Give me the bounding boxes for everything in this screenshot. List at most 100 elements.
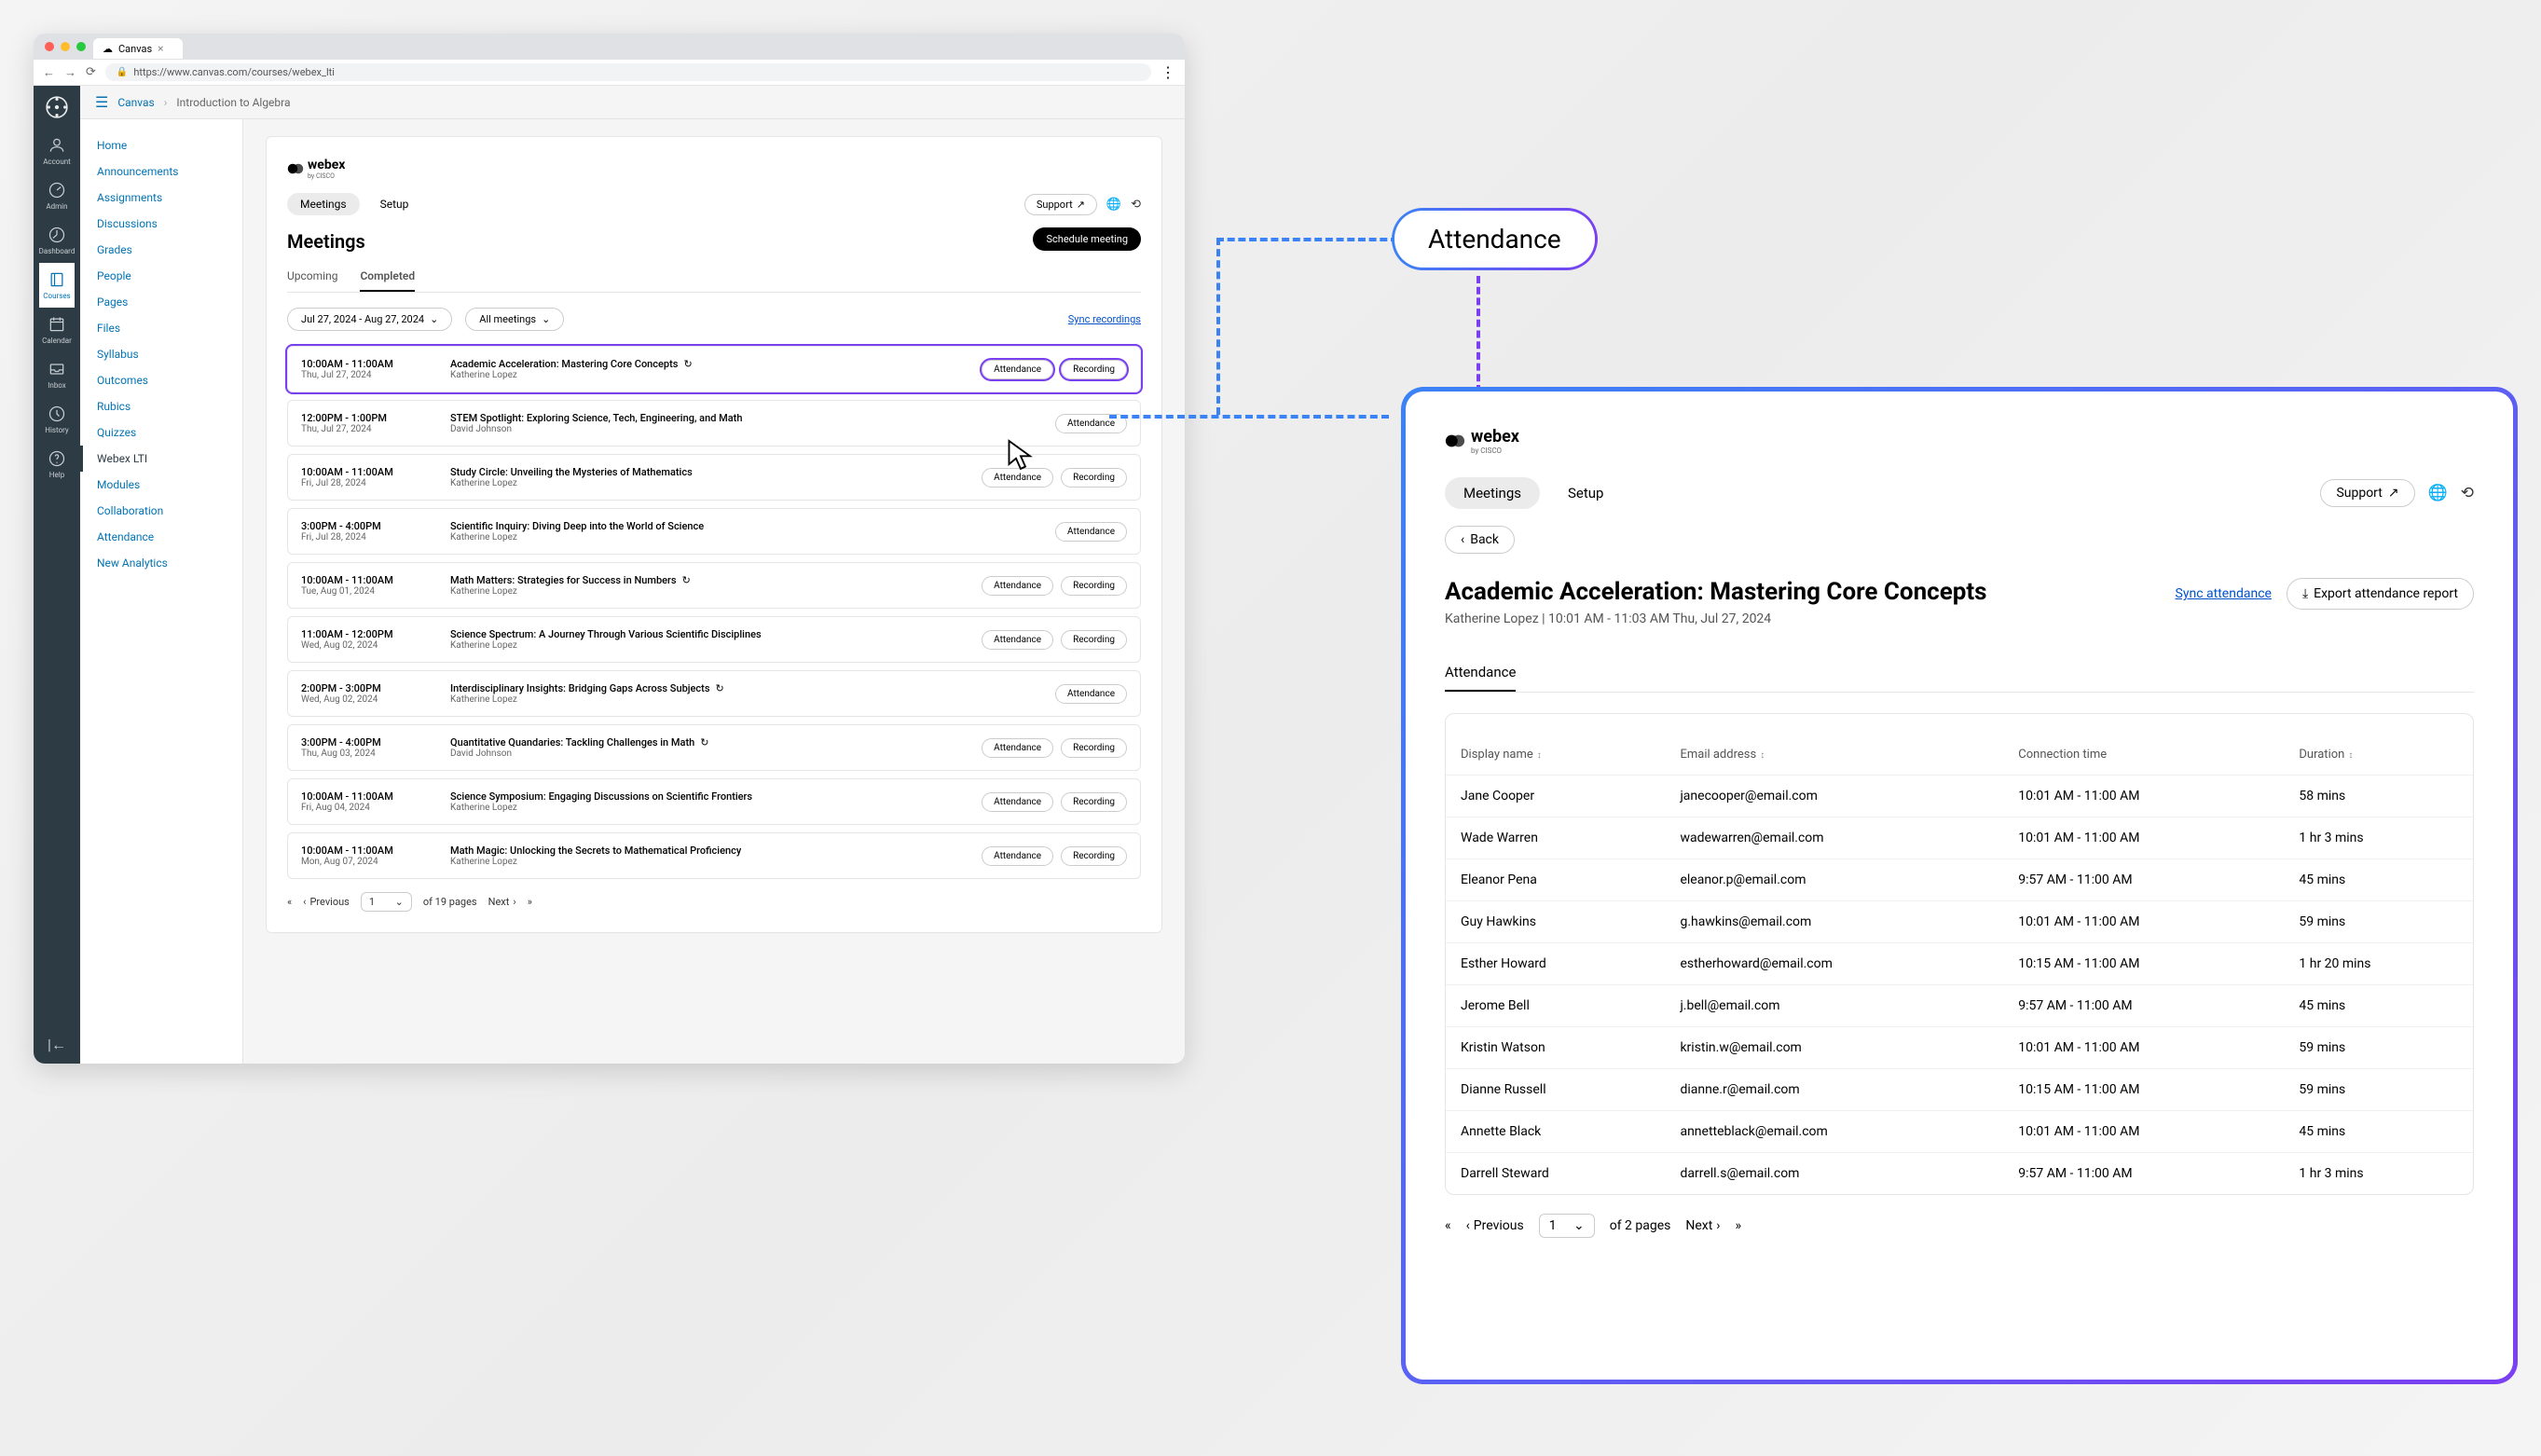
minimize-window-icon[interactable] xyxy=(61,42,70,51)
attendance-row: Kristin Watsonkristin.w@email.com10:01 A… xyxy=(1446,1027,2473,1069)
first-page-button[interactable]: « xyxy=(1445,1218,1451,1233)
subtab-completed[interactable]: Completed xyxy=(360,262,415,292)
tab-meetings[interactable]: Meetings xyxy=(287,193,360,215)
breadcrumb-root[interactable]: Canvas xyxy=(117,96,154,109)
recording-button[interactable]: Recording xyxy=(1061,738,1127,758)
column-display-name[interactable]: Display name↕ xyxy=(1446,735,1665,776)
recording-button[interactable]: Recording xyxy=(1061,576,1127,596)
course-nav-home[interactable]: Home xyxy=(80,132,242,158)
tab-close-icon[interactable]: × xyxy=(158,42,163,55)
attendance-row: Guy Hawkinsg.hawkins@email.com10:01 AM -… xyxy=(1446,901,2473,943)
column-connection-time[interactable]: Connection time xyxy=(2003,735,2284,776)
back-button[interactable]: ‹Back xyxy=(1445,526,1515,554)
course-nav-files[interactable]: Files xyxy=(80,315,242,341)
tab-setup[interactable]: Setup xyxy=(367,193,422,215)
tab-setup[interactable]: Setup xyxy=(1549,477,1622,509)
recording-button[interactable]: Recording xyxy=(1061,792,1127,812)
page-input[interactable]: 1⌄ xyxy=(1539,1214,1595,1238)
chevron-left-icon: ‹ xyxy=(1461,532,1464,547)
sync-recordings-link[interactable]: Sync recordings xyxy=(1068,313,1141,325)
attendance-button[interactable]: Attendance xyxy=(1055,522,1127,542)
callout-label: Attendance xyxy=(1394,211,1595,268)
tab-meetings[interactable]: Meetings xyxy=(1445,477,1540,509)
course-nav-rubics[interactable]: Rubics xyxy=(80,393,242,419)
attendee-name: Dianne Russell xyxy=(1446,1069,1665,1111)
logout-icon[interactable]: ⟲ xyxy=(1131,198,1141,212)
prev-page-button[interactable]: ‹ Previous xyxy=(1466,1218,1524,1233)
hamburger-icon[interactable]: ☰ xyxy=(95,93,108,111)
course-nav-pages[interactable]: Pages xyxy=(80,289,242,315)
support-button[interactable]: Support↗ xyxy=(2320,479,2414,507)
recording-button[interactable]: Recording xyxy=(1061,468,1127,488)
forward-icon[interactable]: → xyxy=(64,65,76,80)
meeting-type-filter[interactable]: All meetings⌄ xyxy=(465,308,564,331)
close-window-icon[interactable] xyxy=(45,42,54,51)
maximize-window-icon[interactable] xyxy=(76,42,86,51)
global-nav-account[interactable]: Account xyxy=(39,129,76,173)
course-nav-attendance[interactable]: Attendance xyxy=(80,524,242,550)
course-nav-new-analytics[interactable]: New Analytics xyxy=(80,550,242,576)
column-duration[interactable]: Duration↕ xyxy=(2284,735,2473,776)
section-title: Meetings xyxy=(287,230,365,253)
attendance-button[interactable]: Attendance xyxy=(982,738,1053,758)
column-email[interactable]: Email address↕ xyxy=(1665,735,2003,776)
course-nav-collaboration[interactable]: Collaboration xyxy=(80,498,242,524)
recording-button[interactable]: Recording xyxy=(1061,360,1127,379)
last-page-button[interactable]: » xyxy=(528,896,532,908)
back-icon[interactable]: ← xyxy=(43,65,55,80)
globe-icon[interactable]: 🌐 xyxy=(1106,198,1121,212)
attendance-tab[interactable]: Attendance xyxy=(1445,654,1516,692)
browser-tab[interactable]: ☁ Canvas × xyxy=(93,38,183,59)
inbox-icon xyxy=(48,360,66,378)
attendance-button[interactable]: Attendance xyxy=(1055,684,1127,704)
global-nav-inbox[interactable]: Inbox xyxy=(39,352,76,397)
course-nav-modules[interactable]: Modules xyxy=(80,472,242,498)
prev-page-button[interactable]: ‹ Previous xyxy=(303,896,350,908)
global-nav-admin[interactable]: Admin xyxy=(39,173,76,218)
attendance-button[interactable]: Attendance xyxy=(982,846,1053,866)
help-icon xyxy=(48,449,66,468)
global-nav-calendar[interactable]: Calendar xyxy=(39,308,76,352)
course-nav-announcements[interactable]: Announcements xyxy=(80,158,242,185)
support-button[interactable]: Support↗ xyxy=(1024,194,1097,215)
subtab-upcoming[interactable]: Upcoming xyxy=(287,262,337,292)
global-nav-courses[interactable]: Courses xyxy=(39,263,76,308)
attendance-button[interactable]: Attendance xyxy=(982,630,1053,650)
reload-icon[interactable]: ⟳ xyxy=(86,65,96,80)
recording-button[interactable]: Recording xyxy=(1061,846,1127,866)
first-page-button[interactable]: « xyxy=(287,896,292,908)
course-nav-outcomes[interactable]: Outcomes xyxy=(80,367,242,393)
course-nav-quizzes[interactable]: Quizzes xyxy=(80,419,242,446)
meeting-host: Katherine Lopez xyxy=(450,803,982,813)
recording-button[interactable]: Recording xyxy=(1061,630,1127,650)
page-input[interactable]: 1⌄ xyxy=(361,892,412,912)
logout-icon[interactable]: ⟲ xyxy=(2461,484,2474,502)
global-nav-dashboard[interactable]: Dashboard xyxy=(39,218,76,263)
breadcrumb-current: Introduction to Algebra xyxy=(176,96,290,109)
course-nav-grades[interactable]: Grades xyxy=(80,237,242,263)
attendee-duration: 59 mins xyxy=(2284,1027,2473,1069)
global-nav-history[interactable]: History xyxy=(39,397,76,442)
sync-attendance-link[interactable]: Sync attendance xyxy=(2176,586,2272,601)
course-nav-assignments[interactable]: Assignments xyxy=(80,185,242,211)
next-page-button[interactable]: Next › xyxy=(1685,1218,1720,1233)
attendee-connection: 9:57 AM - 11:00 AM xyxy=(2003,985,2284,1027)
export-attendance-button[interactable]: ⤓Export attendance report xyxy=(2287,578,2474,610)
browser-menu-icon[interactable]: ⋮ xyxy=(1161,63,1175,81)
last-page-button[interactable]: » xyxy=(1736,1218,1742,1233)
course-nav-people[interactable]: People xyxy=(80,263,242,289)
course-nav-discussions[interactable]: Discussions xyxy=(80,211,242,237)
meeting-host: Katherine Lopez xyxy=(450,478,982,488)
attendance-button[interactable]: Attendance xyxy=(982,792,1053,812)
date-range-filter[interactable]: Jul 27, 2024 - Aug 27, 2024⌄ xyxy=(287,308,452,331)
url-input[interactable]: 🔒 https://www.canvas.com/courses/webex_l… xyxy=(105,63,1151,81)
globe-icon[interactable]: 🌐 xyxy=(2428,484,2448,502)
global-nav-help[interactable]: Help xyxy=(39,442,76,487)
schedule-meeting-button[interactable]: Schedule meeting xyxy=(1033,227,1141,251)
attendance-button[interactable]: Attendance xyxy=(982,576,1053,596)
collapse-nav-icon[interactable]: |← xyxy=(34,1026,80,1064)
course-nav-webex-lti[interactable]: Webex LTI xyxy=(80,446,242,472)
next-page-button[interactable]: Next › xyxy=(488,896,516,908)
attendance-button[interactable]: Attendance xyxy=(982,360,1053,379)
course-nav-syllabus[interactable]: Syllabus xyxy=(80,341,242,367)
